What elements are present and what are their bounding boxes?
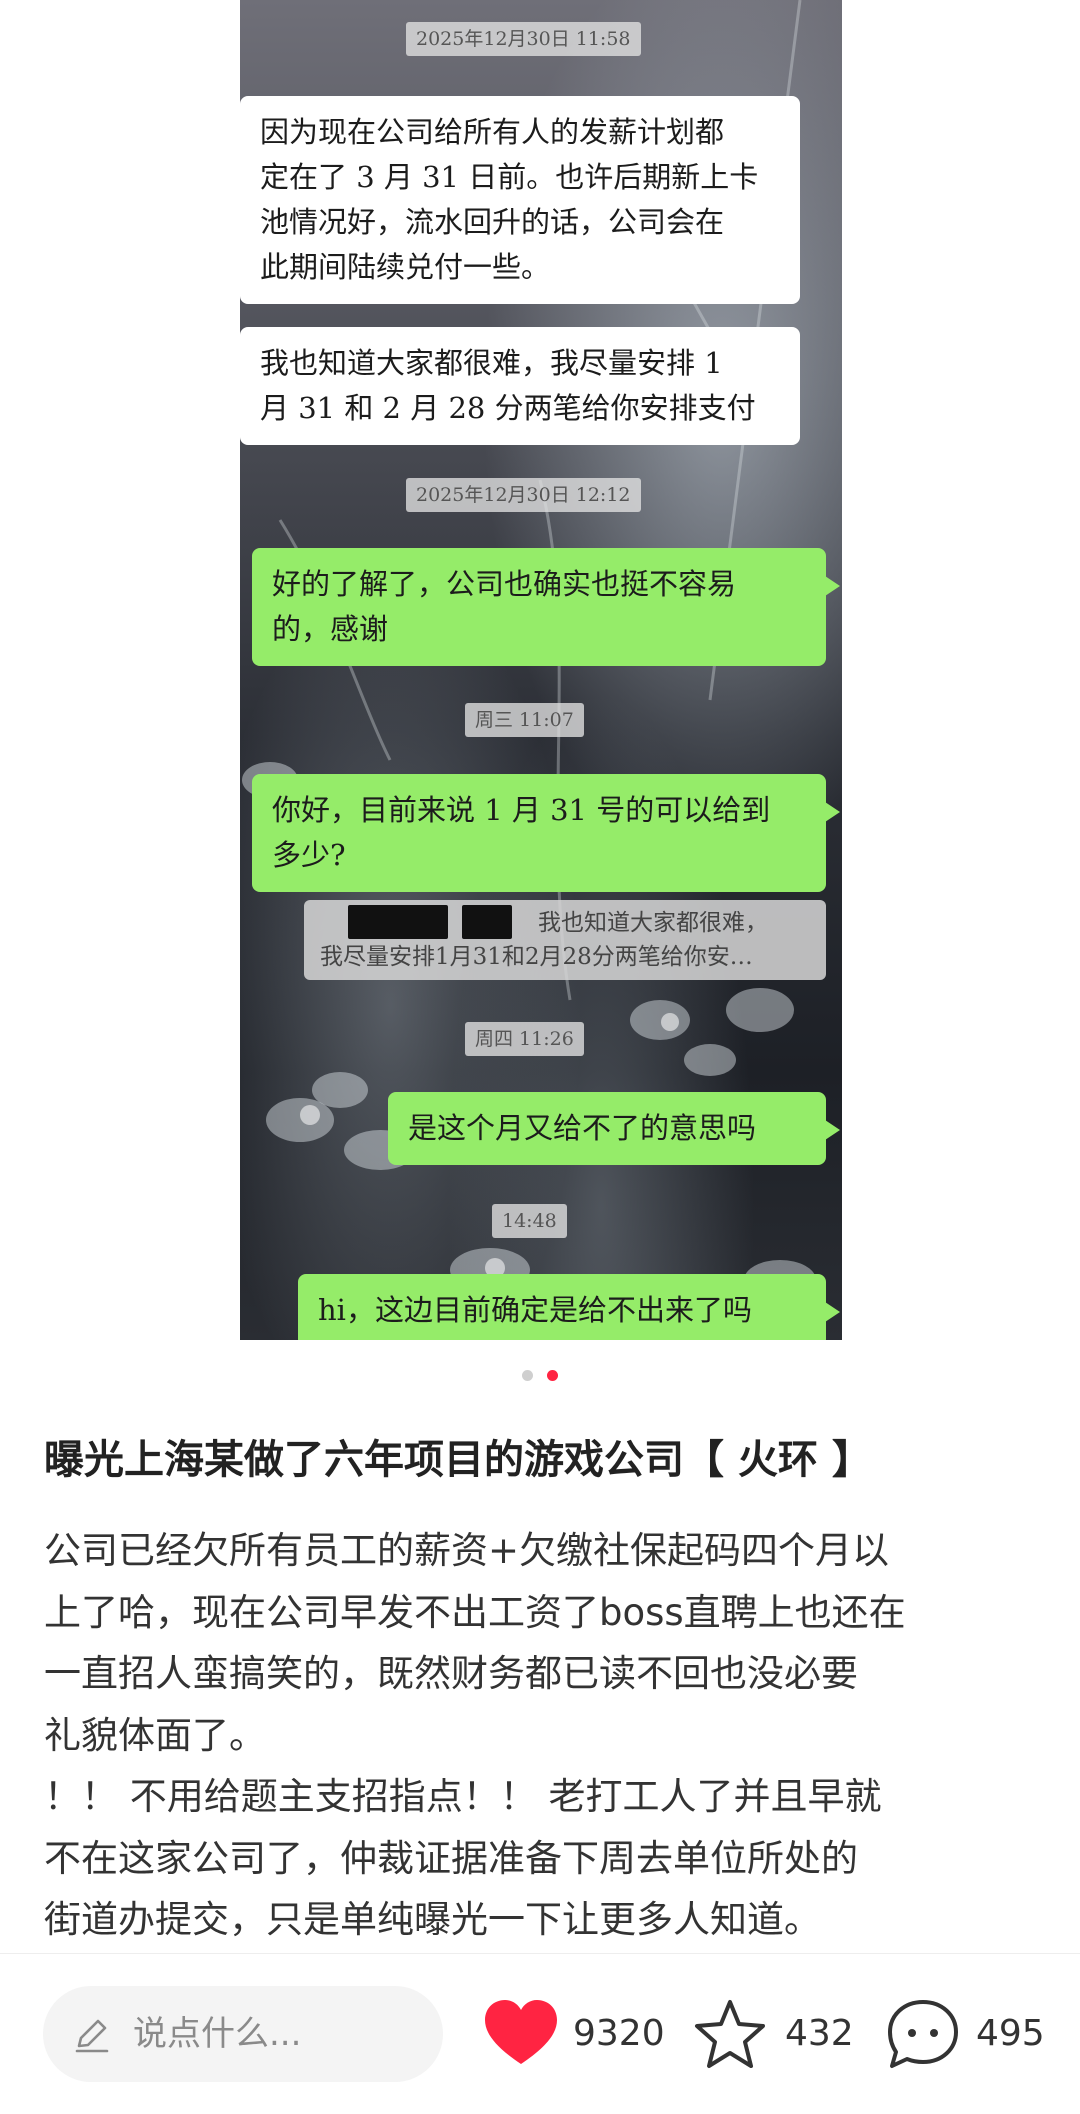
favorite-button[interactable]: 432	[693, 1992, 854, 2076]
like-button[interactable]: 9320	[483, 1992, 665, 2076]
carousel-dot[interactable]	[522, 1370, 534, 1381]
chat-message-outgoing: 你好，目前来说 1 月 31 号的可以给到 多少?	[252, 774, 840, 892]
post-content: 公司已经欠所有员工的薪资+欠缴社保起码四个月以 上了哈，现在公司早发不出工资了b…	[44, 1529, 906, 1941]
redaction-mark	[462, 905, 512, 939]
chat-timestamp: 14:48	[492, 1204, 567, 1238]
bottom-action-bar: 说点什么... 9320 432 495	[0, 1953, 1080, 2114]
chat-timestamp: 周三 11:07	[465, 703, 584, 737]
post-title: 曝光上海某做了六年项目的游戏公司【 火环 】	[44, 1437, 872, 1483]
chat-timestamp: 2025年12月30日 11:58	[406, 22, 641, 56]
chat-message-incoming: 因为现在公司给所有人的发薪计划都 定在了 3 月 31 日前。也许后期新上卡 池…	[240, 96, 800, 304]
carousel-dot-active[interactable]	[546, 1370, 558, 1381]
star-icon	[695, 2000, 765, 2068]
redaction-mark	[348, 905, 448, 939]
chat-message-outgoing: 好的了解了，公司也确实也挺不容易 的，感谢	[252, 548, 840, 666]
chat-timestamp: 2025年12月30日 12:12	[406, 478, 641, 512]
comment-button[interactable]: 495	[886, 1992, 1046, 2076]
carousel-indicator	[0, 1366, 1080, 1385]
post-image[interactable]: 2025年12月30日 11:58 因为现在公司给所有人的发薪计划都 定在了 3…	[240, 0, 842, 1340]
heart-icon	[485, 2000, 557, 2064]
favorite-count: 432	[785, 2013, 854, 2054]
pencil-icon	[75, 2019, 109, 2053]
chat-message-incoming: 我也知道大家都很难，我尽量安排 1 月 31 和 2 月 28 分两笔给你安排支…	[240, 327, 800, 445]
like-count: 9320	[573, 2013, 665, 2054]
comment-placeholder: 说点什么...	[133, 2014, 302, 2054]
comment-input[interactable]: 说点什么...	[43, 1986, 443, 2082]
chat-timestamp: 周四 11:26	[465, 1022, 584, 1056]
comment-count: 495	[976, 2013, 1045, 2054]
chat-bubble-icon	[888, 2000, 958, 2068]
chat-message-outgoing: 是这个月又给不了的意思吗	[388, 1092, 840, 1165]
chat-message-outgoing: hi，这边目前确定是给不出来了吗	[298, 1274, 840, 1340]
